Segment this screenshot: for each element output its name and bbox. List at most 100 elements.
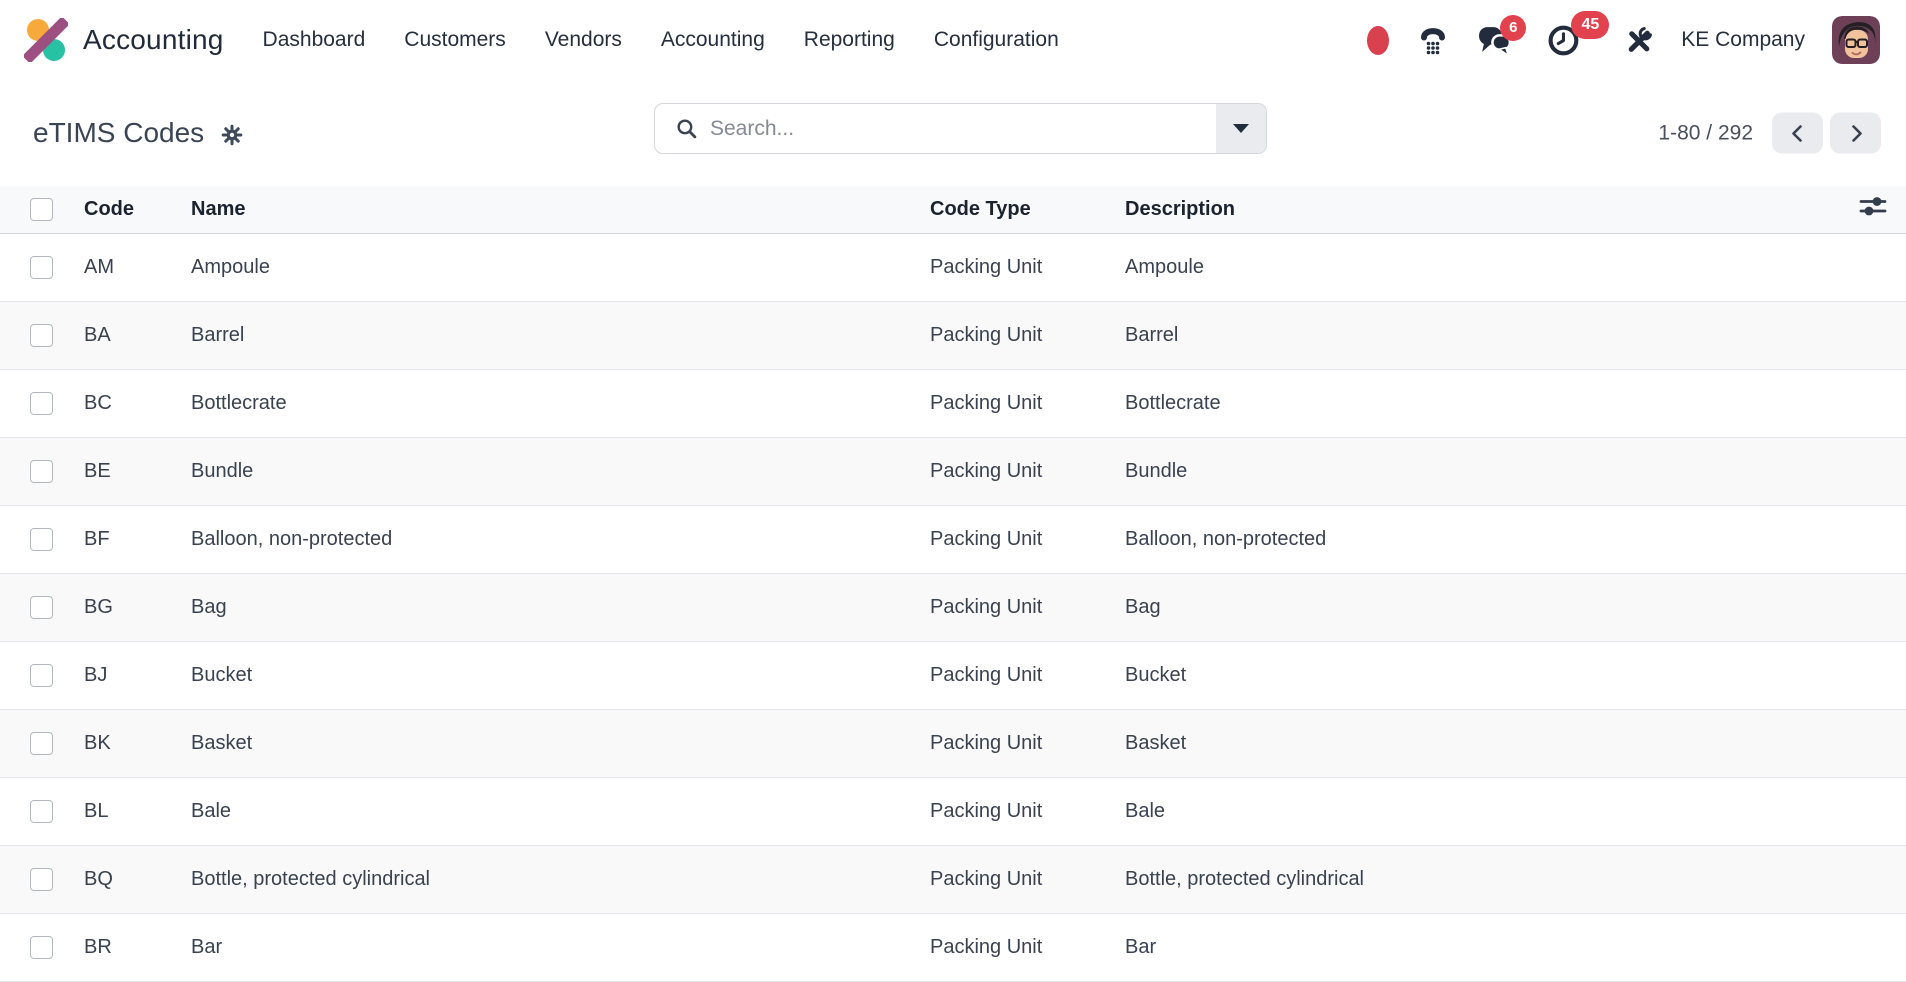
cell-name[interactable]: Ampoule — [191, 233, 930, 301]
tools-icon — [1623, 25, 1654, 56]
cell-code-type[interactable]: Packing Unit — [930, 573, 1125, 641]
row-checkbox[interactable] — [30, 392, 53, 415]
cell-code[interactable]: BK — [84, 709, 191, 777]
cell-description[interactable]: Bottle, protected cylindrical — [1125, 845, 1840, 913]
voip-phone-button[interactable] — [1416, 24, 1450, 56]
cell-code-type[interactable]: Packing Unit — [930, 369, 1125, 437]
row-checkbox[interactable] — [30, 936, 53, 959]
table-row[interactable]: BA Barrel Packing Unit Barrel — [0, 301, 1906, 369]
status-dot-icon[interactable] — [1367, 26, 1389, 55]
cell-code[interactable]: BJ — [84, 641, 191, 709]
table-row[interactable]: BG Bag Packing Unit Bag — [0, 573, 1906, 641]
cell-description[interactable]: Bar — [1125, 913, 1840, 981]
optional-columns-button[interactable] — [1858, 194, 1906, 222]
cell-name[interactable]: Bale — [191, 777, 930, 845]
cell-name[interactable]: Balloon, non-protected — [191, 505, 930, 573]
cell-code-type[interactable]: Packing Unit — [930, 777, 1125, 845]
cell-name[interactable]: Bag — [191, 573, 930, 641]
cell-description[interactable]: Bale — [1125, 777, 1840, 845]
cell-code[interactable]: BA — [84, 301, 191, 369]
pager-range[interactable]: 1-80 / 292 — [1658, 121, 1753, 145]
cell-description[interactable]: Bottlecrate — [1125, 369, 1840, 437]
cell-code-type[interactable]: Packing Unit — [930, 709, 1125, 777]
nav-item-reporting[interactable]: Reporting — [804, 28, 895, 52]
row-checkbox[interactable] — [30, 868, 53, 891]
user-avatar[interactable] — [1832, 16, 1880, 64]
search-input[interactable] — [698, 104, 1216, 153]
cell-code-type[interactable]: Packing Unit — [930, 505, 1125, 573]
cell-code[interactable]: BC — [84, 369, 191, 437]
row-checkbox[interactable] — [30, 460, 53, 483]
search-dropdown-toggle[interactable] — [1216, 104, 1266, 153]
nav-item-dashboard[interactable]: Dashboard — [263, 28, 366, 52]
messages-button[interactable]: 6 — [1477, 24, 1512, 57]
cell-description[interactable]: Barrel — [1125, 301, 1840, 369]
pager-previous-button[interactable] — [1772, 113, 1823, 154]
company-name[interactable]: KE Company — [1681, 28, 1805, 52]
table-row[interactable]: BJ Bucket Packing Unit Bucket — [0, 641, 1906, 709]
nav-item-vendors[interactable]: Vendors — [545, 28, 622, 52]
cell-description[interactable]: Bucket — [1125, 641, 1840, 709]
row-checkbox[interactable] — [30, 528, 53, 551]
cell-code[interactable]: BQ — [84, 845, 191, 913]
table-row[interactable]: BF Balloon, non-protected Packing Unit B… — [0, 505, 1906, 573]
cell-description[interactable]: Basket — [1125, 709, 1840, 777]
column-header-code-type[interactable]: Code Type — [930, 186, 1125, 233]
row-checkbox[interactable] — [30, 256, 53, 279]
column-header-code[interactable]: Code — [84, 186, 191, 233]
cell-code[interactable]: BE — [84, 437, 191, 505]
cell-code[interactable]: BL — [84, 777, 191, 845]
app-menu: Dashboard Customers Vendors Accounting R… — [263, 28, 1059, 52]
cell-code-type[interactable]: Packing Unit — [930, 845, 1125, 913]
cell-code-type[interactable]: Packing Unit — [930, 641, 1125, 709]
company-logo-icon — [24, 18, 68, 62]
pager-next-button[interactable] — [1830, 113, 1881, 154]
table-row[interactable]: BE Bundle Packing Unit Bundle — [0, 437, 1906, 505]
column-header-description[interactable]: Description — [1125, 186, 1840, 233]
row-checkbox[interactable] — [30, 664, 53, 687]
row-checkbox[interactable] — [30, 596, 53, 619]
cell-name[interactable]: Bottle, protected cylindrical — [191, 845, 930, 913]
cell-code[interactable]: BG — [84, 573, 191, 641]
cell-name[interactable]: Barrel — [191, 301, 930, 369]
select-all-checkbox[interactable] — [30, 198, 53, 221]
table-row[interactable]: BR Bar Packing Unit Bar — [0, 913, 1906, 981]
column-header-name[interactable]: Name — [191, 186, 930, 233]
cell-name[interactable]: Bucket — [191, 641, 930, 709]
cell-code[interactable]: AM — [84, 233, 191, 301]
cell-code-type[interactable]: Packing Unit — [930, 913, 1125, 981]
cell-description[interactable]: Bundle — [1125, 437, 1840, 505]
cell-code[interactable]: BR — [84, 913, 191, 981]
cell-description[interactable]: Bag — [1125, 573, 1840, 641]
cell-code-type[interactable]: Packing Unit — [930, 437, 1125, 505]
cell-description[interactable]: Ampoule — [1125, 233, 1840, 301]
cell-name[interactable]: Bundle — [191, 437, 930, 505]
cell-name[interactable]: Basket — [191, 709, 930, 777]
app-name: Accounting — [83, 24, 224, 56]
chevron-left-icon — [1789, 122, 1807, 144]
table-row[interactable]: BK Basket Packing Unit Basket — [0, 709, 1906, 777]
tools-button[interactable] — [1623, 25, 1654, 56]
cell-name[interactable]: Bar — [191, 913, 930, 981]
table-row[interactable]: AM Ampoule Packing Unit Ampoule — [0, 233, 1906, 301]
cell-name[interactable]: Bottlecrate — [191, 369, 930, 437]
row-checkbox[interactable] — [30, 324, 53, 347]
control-panel: eTIMS Codes — [0, 80, 1906, 186]
activities-button[interactable]: 45 — [1547, 23, 1582, 58]
table-row[interactable]: BQ Bottle, protected cylindrical Packing… — [0, 845, 1906, 913]
row-checkbox[interactable] — [30, 800, 53, 823]
cell-code-type[interactable]: Packing Unit — [930, 233, 1125, 301]
table-row[interactable]: BC Bottlecrate Packing Unit Bottlecrate — [0, 369, 1906, 437]
cell-code-type[interactable]: Packing Unit — [930, 301, 1125, 369]
activities-count-badge: 45 — [1571, 11, 1609, 39]
cell-code[interactable]: BF — [84, 505, 191, 573]
nav-item-accounting[interactable]: Accounting — [661, 28, 765, 52]
search-icon — [675, 117, 698, 140]
cell-description[interactable]: Balloon, non-protected — [1125, 505, 1840, 573]
table-row[interactable]: BL Bale Packing Unit Bale — [0, 777, 1906, 845]
row-checkbox[interactable] — [30, 732, 53, 755]
nav-item-configuration[interactable]: Configuration — [934, 28, 1059, 52]
actions-gear-button[interactable] — [221, 124, 243, 146]
nav-item-customers[interactable]: Customers — [404, 28, 506, 52]
app-switcher[interactable]: Accounting — [24, 18, 224, 62]
